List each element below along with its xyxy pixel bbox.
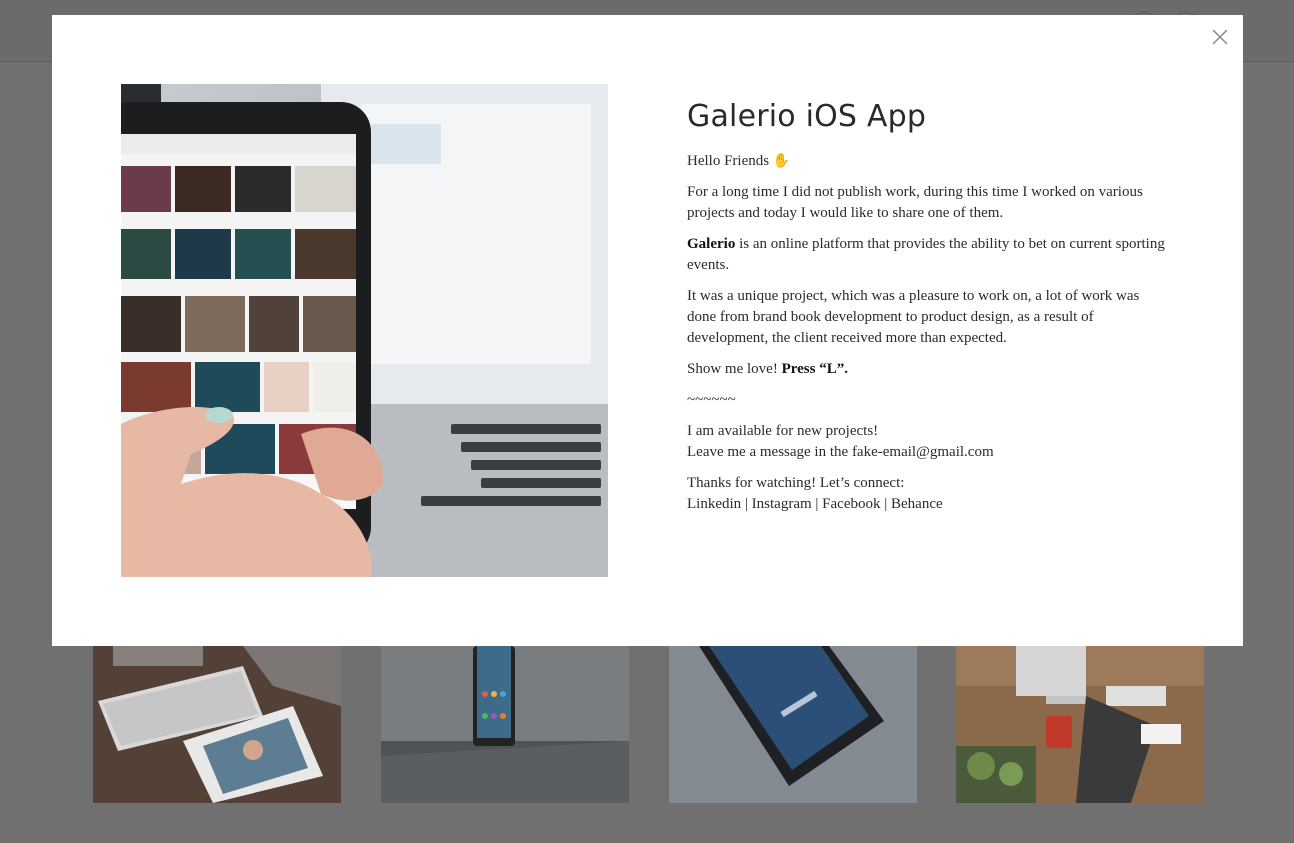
brand-name: Galerio <box>687 236 736 252</box>
waving-hand-icon: ✋ <box>772 154 791 169</box>
behance-link[interactable]: Behance <box>891 496 943 512</box>
love-prefix: Show me love! <box>687 361 782 377</box>
love-line: Show me love! Press “L”. <box>687 359 1167 380</box>
project-thumbnail-1[interactable] <box>93 646 341 803</box>
availability: I am available for new projects! Leave m… <box>687 421 1167 463</box>
message-prefix: Leave me a message in the <box>687 444 852 460</box>
close-icon[interactable] <box>1211 28 1229 46</box>
project-thumbnail-3[interactable] <box>669 646 917 803</box>
greeting: Hello Friends ✋ <box>687 151 1167 172</box>
social-separator: | <box>811 496 823 512</box>
modal-title: Galerio iOS App <box>687 99 927 134</box>
love-key: Press “L”. <box>781 361 848 377</box>
brand-description: is an online platform that provides the … <box>687 236 1165 273</box>
social-separator: | <box>741 496 752 512</box>
instagram-link[interactable]: Instagram <box>752 496 812 512</box>
facebook-link[interactable]: Facebook <box>822 496 880 512</box>
greeting-text: Hello Friends <box>687 153 770 169</box>
social-separator: | <box>880 496 892 512</box>
available-text: I am available for new projects! <box>687 423 879 439</box>
intro-paragraph: For a long time I did not publish work, … <box>687 184 1143 221</box>
project-hero-image <box>121 84 608 577</box>
project-description: Galerio iOS App Hello Friends ✋ For a lo… <box>687 99 1167 525</box>
project-paragraph: It was a unique project, which was a ple… <box>687 288 1140 346</box>
linkedin-link[interactable]: Linkedin <box>687 496 741 512</box>
separator: ~~~~~~ <box>687 392 736 408</box>
project-modal: Galerio iOS App Hello Friends ✋ For a lo… <box>52 15 1243 646</box>
project-thumbnail-4[interactable] <box>956 646 1204 803</box>
project-thumbnail-2[interactable] <box>381 646 629 803</box>
brand-paragraph: Galerio is an online platform that provi… <box>687 234 1167 276</box>
connect: Thanks for watching! Let’s connect: Link… <box>687 473 1167 515</box>
thanks-text: Thanks for watching! Let’s connect: <box>687 475 905 491</box>
email-link[interactable]: fake-email@gmail.com <box>852 444 994 460</box>
